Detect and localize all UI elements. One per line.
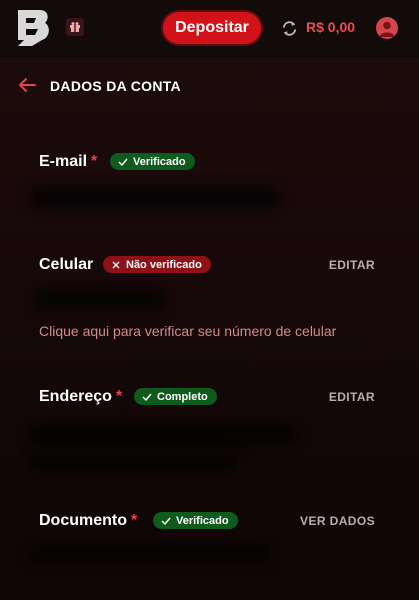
address-label: Endereço * [39,388,122,406]
document-value-redacted [30,545,270,565]
refresh-icon[interactable] [281,20,298,37]
deposit-button[interactable]: Depositar [163,12,261,44]
document-label: Documento * [39,512,137,530]
address-line1-redacted [28,424,298,446]
address-line2-redacted [28,452,238,472]
address-label-text: Endereço [39,388,112,405]
close-icon [112,261,120,268]
document-status-badge: Verificado [153,512,238,529]
address-edit-button[interactable]: EDITAR [329,390,375,404]
phone-value-redacted [35,290,165,308]
verify-phone-link[interactable]: Clique aqui para verificar seu número de… [39,323,336,339]
page-title: DADOS DA CONTA [50,78,181,94]
required-marker: * [91,153,98,170]
balance-display: R$ 0,00 [306,19,356,35]
gift-icon[interactable] [66,18,84,36]
email-value-redacted [30,188,280,208]
phone-edit-button[interactable]: EDITAR [329,258,375,272]
phone-label-text: Celular [39,256,94,273]
check-icon [142,393,152,401]
document-status-text: Verificado [176,514,229,527]
email-status-text: Verificado [133,155,186,168]
required-marker: * [115,388,123,405]
arrow-left-icon[interactable] [17,76,37,94]
email-status-badge: Verificado [110,153,195,170]
required-marker: * [131,512,138,529]
logo-icon[interactable] [14,6,54,50]
document-label-text: Documento [39,512,127,529]
email-label-text: E-mail [39,153,88,170]
phone-label: Celular [39,256,93,274]
user-icon[interactable] [376,17,398,39]
address-status-badge: Completo [134,388,217,405]
phone-status-badge: Não verificado [103,256,211,273]
check-icon [161,517,171,525]
email-label: E-mail * [39,153,97,171]
address-status-text: Completo [157,390,208,403]
document-view-button[interactable]: VER DADOS [300,514,375,528]
top-bar: Depositar R$ 0,00 [0,0,419,58]
phone-status-text: Não verificado [126,258,202,271]
check-icon [118,158,128,166]
